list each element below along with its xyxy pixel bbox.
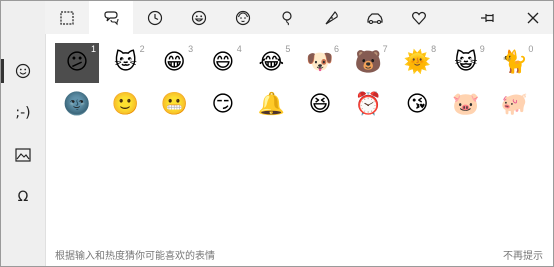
bear-face-emoji[interactable]: 🐻 7 — [347, 43, 391, 83]
smiley-outline-icon — [15, 63, 31, 79]
emoji-glyph: 🐶 — [306, 50, 334, 75]
car-icon — [367, 12, 383, 24]
smiling-cat-emoji[interactable]: 😺 9 — [444, 43, 488, 83]
sidebar-item-kaomoji[interactable]: ;-) — [1, 93, 45, 133]
grimacing-face-emoji[interactable]: 😬 — [152, 85, 196, 125]
smirking-face-emoji[interactable]: 😏 — [201, 85, 245, 125]
confused-face-emoji[interactable]: 😕 1 — [55, 43, 99, 83]
tab-recent-square[interactable] — [45, 1, 89, 34]
emoji-glyph: 😕 — [65, 50, 89, 75]
tab-balloon[interactable] — [265, 1, 309, 34]
tab-clock[interactable] — [133, 1, 177, 34]
tab-pizza[interactable] — [309, 1, 353, 34]
balloon-icon — [282, 10, 292, 25]
emoji-glyph: 🐱 — [114, 50, 138, 75]
emoji-glyph: 🌞 — [403, 50, 431, 75]
sun-face-emoji[interactable]: 🌞 8 — [395, 43, 439, 83]
heart-icon — [412, 11, 426, 25]
shortcut-number: 3 — [188, 44, 194, 54]
emoji-glyph: 🐈 — [500, 50, 529, 75]
shortcut-number: 4 — [236, 44, 242, 54]
emoji-glyph: 😂 — [258, 50, 285, 75]
grinning-teeth-emoji[interactable]: 😁 3 — [152, 43, 196, 83]
shortcut-number: 5 — [285, 44, 291, 54]
emoji-glyph: 🐖 — [500, 92, 529, 117]
tears-of-joy-emoji[interactable]: 😂 5 — [249, 43, 293, 83]
squinting-face-emoji[interactable]: 😆 — [298, 85, 342, 125]
emoji-glyph: 😘 — [405, 92, 429, 117]
smiling-face-emoji[interactable]: 🙂 — [104, 85, 148, 125]
sidebar: ;-) Ω — [1, 1, 46, 266]
emoji-glyph: 😬 — [160, 92, 188, 117]
emoji-glyph: 😄 — [211, 50, 235, 75]
omega-label: Ω — [17, 189, 29, 205]
sidebar-item-gif[interactable] — [1, 135, 45, 175]
square-dotted-icon — [60, 10, 74, 25]
dismiss-hint-link[interactable]: 不再提示 — [503, 247, 543, 262]
emoji-glyph: 🔔 — [257, 92, 286, 117]
pig-face-emoji[interactable]: 🐷 — [444, 85, 488, 125]
kaomoji-label: ;-) — [15, 105, 31, 121]
tab-heart[interactable] — [397, 1, 441, 34]
clock-icon — [147, 10, 163, 25]
shortcut-number: 8 — [431, 44, 437, 54]
shortcut-number: 6 — [333, 44, 339, 54]
tab-car[interactable] — [353, 1, 397, 34]
emoji-glyph: 🐻 — [354, 50, 383, 75]
cat-emoji[interactable]: 🐈 0 — [492, 43, 536, 83]
emoji-panel-window: ;-) Ω 😕 1 🐱 2 😁 3 😄 4 😂 5 🐶 6 🐻 7 🌞 8 😺 … — [0, 0, 554, 267]
shortcut-number: 9 — [479, 44, 485, 54]
tab-person[interactable] — [221, 1, 265, 34]
shortcut-number: 0 — [528, 44, 534, 54]
emoji-glyph: 😺 — [454, 50, 478, 75]
pin-icon — [481, 13, 494, 22]
sidebar-item-emoji[interactable] — [1, 51, 45, 91]
emoji-glyph: ⏰ — [354, 92, 383, 117]
cat-face-emoji[interactable]: 🐱 2 — [104, 43, 148, 83]
emoji-glyph: 🐷 — [452, 92, 480, 117]
suggestion-hint: 根据输入和热度猜你可能喜欢的表情 — [55, 251, 215, 262]
dog-face-emoji[interactable]: 🐶 6 — [298, 43, 342, 83]
pin-button[interactable] — [467, 1, 511, 34]
shortcut-number: 1 — [90, 44, 96, 54]
kissing-face-emoji[interactable]: 😘 — [395, 85, 439, 125]
pig-emoji[interactable]: 🐖 — [492, 85, 536, 125]
emoji-glyph: 🙂 — [111, 92, 140, 117]
close-button[interactable] — [511, 1, 553, 34]
tab-smiley[interactable] — [177, 1, 221, 34]
emoji-glyph: 😏 — [211, 92, 235, 117]
bell-emoji[interactable]: 🔔 — [249, 85, 293, 125]
emoji-glyph: 🌚 — [63, 92, 91, 117]
alarm-clock-emoji[interactable]: ⏰ — [347, 85, 391, 125]
image-icon — [15, 148, 31, 162]
shortcut-number: 7 — [382, 44, 388, 54]
grinning-face-emoji[interactable]: 😄 4 — [201, 43, 245, 83]
speech-bubble-icon — [104, 10, 119, 25]
pizza-icon — [325, 10, 338, 25]
close-icon — [527, 12, 539, 23]
smiley-icon — [191, 10, 207, 25]
emoji-glyph: 😁 — [162, 50, 186, 75]
new-moon-face-emoji[interactable]: 🌚 — [55, 85, 99, 125]
emoji-glyph: 😆 — [308, 92, 332, 117]
shortcut-number: 2 — [139, 44, 145, 54]
tab-people[interactable] — [89, 1, 133, 34]
category-tabs — [45, 1, 553, 34]
sidebar-item-symbols[interactable]: Ω — [1, 177, 45, 217]
person-icon — [235, 10, 251, 25]
